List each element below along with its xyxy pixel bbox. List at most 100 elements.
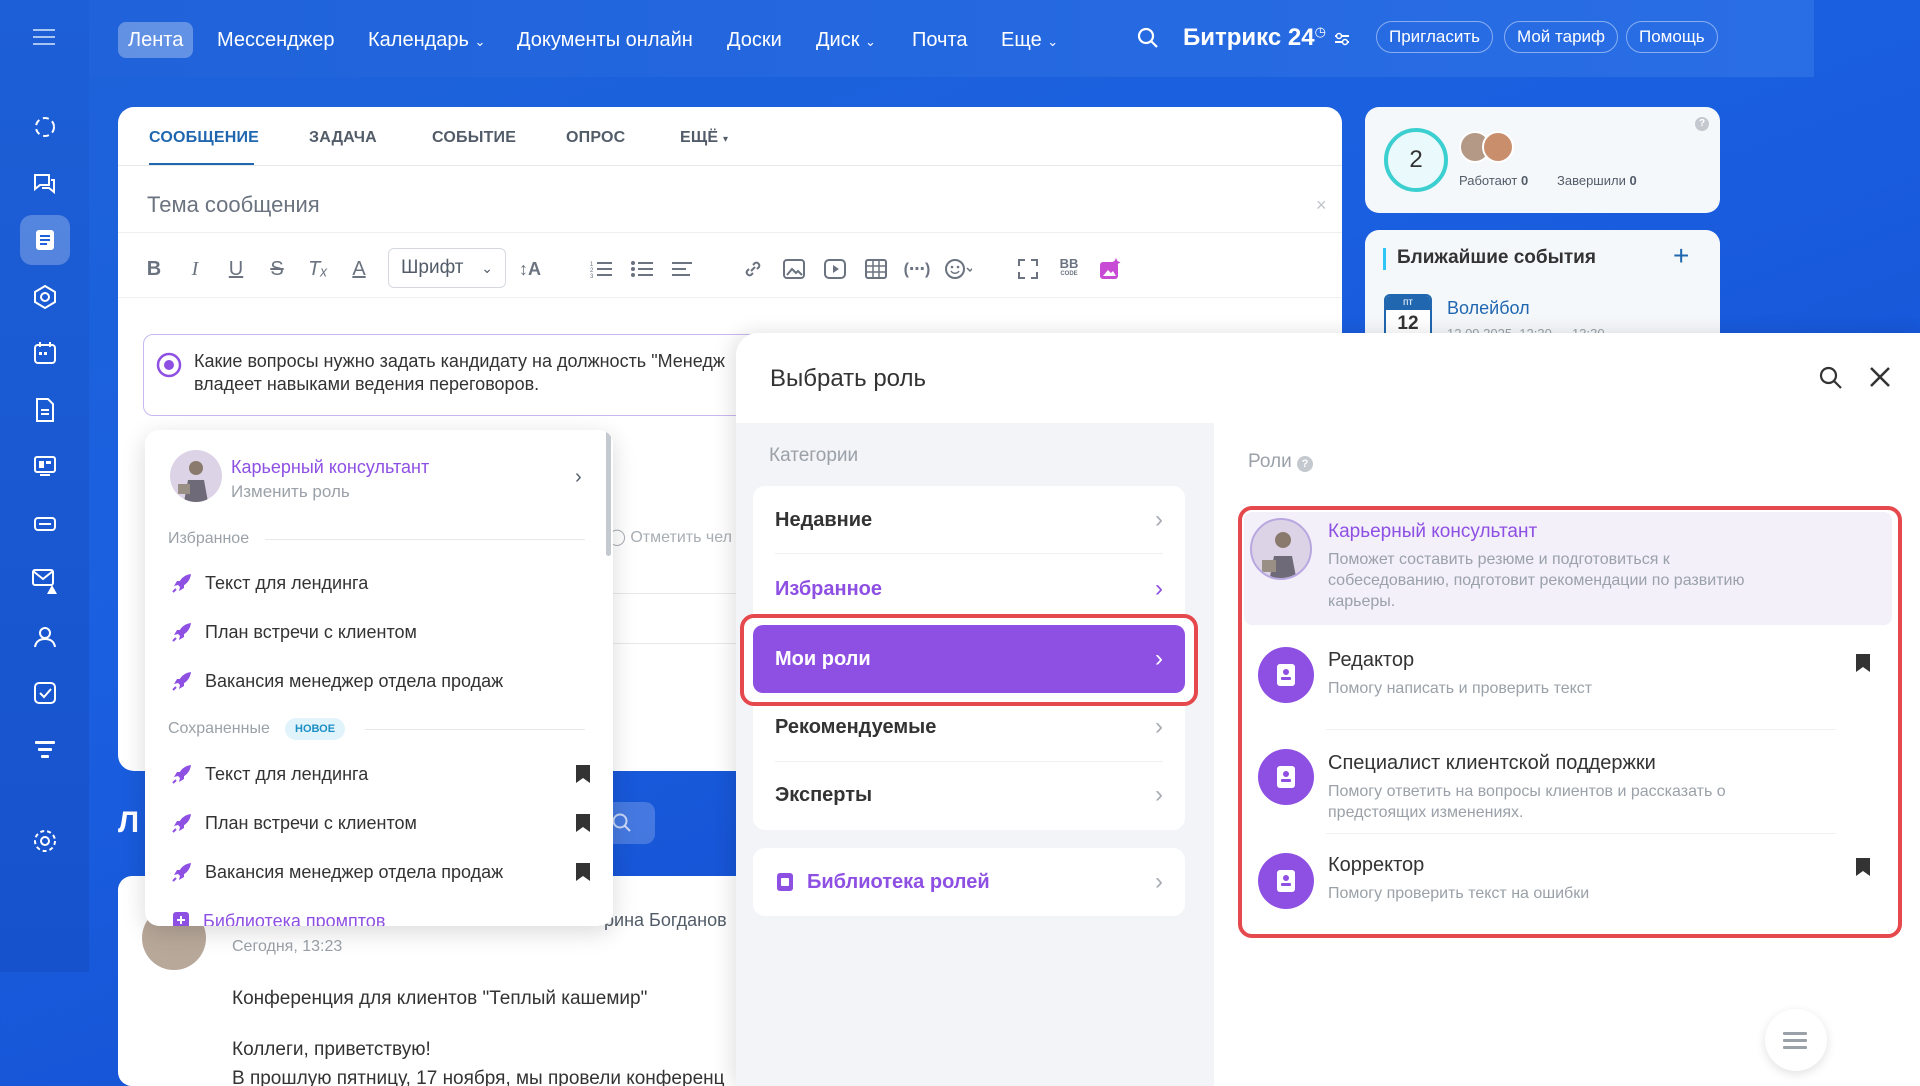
category-recommended[interactable]: Рекомендуемые › [753,693,1185,761]
tab-event[interactable]: СОБЫТИЕ [432,129,516,147]
bookmark-icon[interactable] [1855,857,1871,877]
link-icon[interactable] [739,255,767,283]
change-role-link[interactable]: Изменить роль [231,482,350,502]
role-item-proofreader[interactable]: Корректор Помогу проверить текст на ошиб… [1226,835,1884,935]
brand-settings-icon[interactable] [1333,30,1351,48]
strikethrough-icon[interactable]: S [263,255,291,283]
nav-more[interactable]: Еще ⌄ [991,22,1068,58]
favorite-item[interactable]: Вакансия менеджер отдела продаж [171,666,503,696]
users-icon[interactable] [20,612,70,662]
bookmark-icon[interactable] [575,862,591,882]
menu-icon[interactable] [20,12,70,62]
drive-icon[interactable] [20,498,70,548]
workday-counter[interactable]: 2 [1384,128,1448,192]
category-label: Эксперты [775,783,873,806]
tab-message[interactable]: СООБЩЕНИЕ [149,129,259,147]
nav-disk[interactable]: Диск ⌄ [806,22,886,58]
category-my-roles[interactable]: Мои роли › [753,625,1185,693]
fullscreen-icon[interactable] [1014,255,1042,283]
image-icon[interactable] [780,255,808,283]
bookmark-icon[interactable] [575,764,591,784]
bullet-list-icon[interactable] [628,255,656,283]
favorite-item[interactable]: Текст для лендинга [171,568,368,598]
mark-people-link[interactable]: ◯ Отметить чел [608,527,732,547]
font-size-icon[interactable]: ↕A [516,255,544,283]
bold-icon[interactable]: B [140,255,168,283]
list-menu-button[interactable] [1765,1009,1827,1071]
role-description: Помогу ответить на вопросы клиентов и ра… [1328,781,1726,823]
calendar-icon[interactable] [20,328,70,378]
event-title[interactable]: Волейбол [1447,298,1530,319]
role-title: Специалист клиентской поддержки [1328,752,1656,774]
filter-icon[interactable] [20,725,70,775]
help-icon[interactable]: ? [1695,117,1709,131]
nav-mail[interactable]: Почта [902,22,978,58]
saved-item[interactable]: План встречи с клиентом [171,808,591,838]
favorite-item[interactable]: План встречи с клиентом [171,617,417,647]
settings-gear-icon[interactable] [20,816,70,866]
font-select[interactable]: Шрифт ⌄ [388,248,506,288]
current-role-name[interactable]: Карьерный консультант [231,457,429,478]
search-icon[interactable] [1136,26,1160,50]
role-library-content: Библиотека ролей [775,871,990,894]
hexagon-icon[interactable] [20,272,70,322]
clear-format-icon[interactable]: Tₓ [304,255,332,283]
nav-documents[interactable]: Документы онлайн [507,22,703,58]
chevron-right-icon: › [1155,781,1163,808]
underline-icon[interactable]: U [222,255,250,283]
feed-icon[interactable] [20,102,70,152]
close-subject-icon[interactable]: × [1316,195,1327,216]
bookmark-icon[interactable] [575,813,591,833]
code-icon[interactable]: (⋯) [903,255,931,283]
roles-label: Роли ? [1248,451,1313,473]
board-icon[interactable] [20,442,70,492]
subject-input[interactable]: Тема сообщения [147,192,320,218]
saved-item[interactable]: Текст для лендинга [171,759,591,789]
tab-more[interactable]: ЕЩЁ ▾ [680,129,728,147]
emoji-icon[interactable] [944,255,972,283]
font-color-icon[interactable]: A [345,255,373,283]
role-item-editor[interactable]: Редактор Помогу написать и проверить тек… [1226,629,1884,729]
numbered-list-icon[interactable]: 123 [587,255,615,283]
category-experts[interactable]: Эксперты › [753,761,1185,829]
search-icon[interactable] [1818,365,1844,391]
chat-icon[interactable] [20,158,70,208]
bbcode-icon[interactable]: BB CODE [1055,255,1083,283]
invite-button[interactable]: Пригласить [1376,21,1494,53]
tab-task[interactable]: ЗАДАЧА [309,129,377,147]
close-icon[interactable] [1869,366,1891,388]
bookmark-icon[interactable] [1855,653,1871,673]
document-icon[interactable] [20,385,70,435]
video-icon[interactable] [821,255,849,283]
tab-poll[interactable]: ОПРОС [566,129,625,147]
role-library-button[interactable]: Библиотека ролей › [753,848,1185,916]
table-icon[interactable] [862,255,890,283]
post-author[interactable]: ерина Богданов [594,910,727,931]
category-favorites[interactable]: Избранное › [753,555,1185,623]
my-tariff-button[interactable]: Мой тариф [1504,21,1619,53]
saved-item[interactable]: Вакансия менеджер отдела продаж [171,857,591,887]
nav-feed[interactable]: Лента [118,22,194,58]
nav-calendar[interactable]: Календарь ⌄ [358,22,495,58]
help-button[interactable]: Помощь [1626,21,1718,53]
add-event-icon[interactable]: + [1673,240,1689,272]
dropdown-scrollbar[interactable] [606,430,611,556]
event-weekday: пт [1386,296,1430,310]
align-icon[interactable] [669,255,697,283]
prompt-library-link[interactable]: Библиотека промптов [171,906,385,926]
category-recent[interactable]: Недавние › [753,486,1185,554]
avatar[interactable] [1482,131,1514,163]
nav-messenger[interactable]: Мессенджер [207,22,344,58]
italic-icon[interactable]: I [181,255,209,283]
nav-boards[interactable]: Доски [717,22,792,58]
tasks-icon[interactable] [20,668,70,718]
help-icon[interactable]: ? [1296,456,1313,472]
chevron-right-icon[interactable]: › [575,466,582,489]
ai-image-icon[interactable] [1096,255,1124,283]
mail-icon[interactable] [20,555,70,605]
news-icon[interactable] [20,215,70,265]
role-item-career-consultant[interactable]: Карьерный консультант Поможет составить … [1244,512,1892,625]
svg-text:3: 3 [590,274,594,278]
role-item-support-specialist[interactable]: Специалист клиентской поддержки Помогу о… [1226,731,1884,833]
events-widget: Ближайшие события + пт 12 Волейбол 12.09… [1365,230,1720,350]
